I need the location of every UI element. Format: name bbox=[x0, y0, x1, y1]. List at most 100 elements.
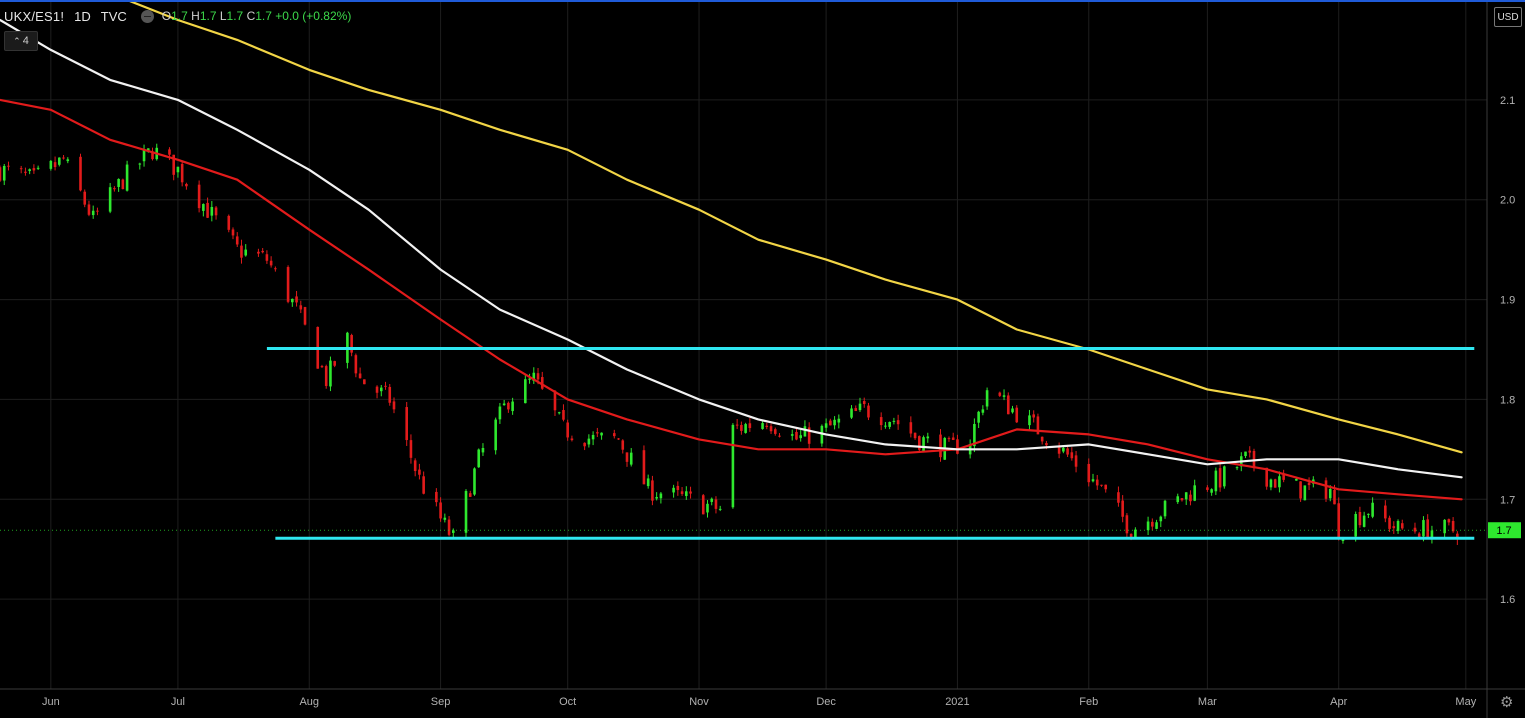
candle-up bbox=[528, 378, 531, 380]
candle-up bbox=[1371, 502, 1374, 517]
candle-down bbox=[862, 401, 866, 405]
candle-down bbox=[536, 373, 540, 380]
candle-up bbox=[685, 491, 688, 496]
candle-down bbox=[418, 469, 421, 475]
candle-down bbox=[206, 202, 209, 218]
candle-down bbox=[231, 229, 235, 236]
candle-down bbox=[269, 260, 273, 266]
candle-up bbox=[803, 426, 807, 437]
candle-up bbox=[2, 165, 6, 181]
candle-down bbox=[1066, 448, 1069, 455]
candle-down bbox=[867, 405, 870, 418]
candle-up bbox=[1396, 520, 1400, 531]
data-source: TVC bbox=[100, 8, 127, 24]
candle-up bbox=[291, 298, 294, 303]
interval[interactable]: 1D bbox=[74, 9, 91, 24]
candle-up bbox=[443, 517, 447, 520]
candle-down bbox=[422, 476, 425, 494]
candle-down bbox=[1006, 395, 1010, 415]
candle-up bbox=[1002, 395, 1006, 397]
candle-down bbox=[1057, 446, 1061, 454]
candle-down bbox=[714, 499, 718, 509]
candle-down bbox=[87, 204, 91, 215]
candle-down bbox=[562, 410, 565, 420]
candle-down bbox=[998, 392, 1002, 396]
candle-up bbox=[138, 163, 142, 165]
candle-up bbox=[706, 503, 709, 513]
candle-up bbox=[1184, 492, 1188, 500]
candle-up bbox=[1193, 485, 1196, 501]
candle-down bbox=[286, 267, 290, 302]
candle-down bbox=[197, 184, 201, 209]
candle-down bbox=[265, 254, 269, 261]
candle-down bbox=[413, 460, 417, 472]
gear-icon[interactable]: ⚙ bbox=[1500, 693, 1513, 711]
candle-down bbox=[740, 425, 743, 431]
candle-down bbox=[795, 431, 798, 440]
candle-up bbox=[659, 493, 663, 499]
candle-down bbox=[596, 432, 599, 434]
candle-up bbox=[49, 160, 53, 169]
candle-down bbox=[274, 268, 277, 270]
candle-down bbox=[1307, 482, 1311, 486]
candle-up bbox=[926, 436, 930, 439]
candle-up bbox=[837, 418, 841, 423]
time-tick-label: Dec bbox=[816, 696, 836, 708]
ohlc-values: O1.7 H1.7 L1.7 C1.7 +0.0 (+0.82%) bbox=[162, 9, 352, 23]
candle-down bbox=[435, 491, 438, 503]
candle-down bbox=[1125, 515, 1129, 534]
candle-down bbox=[447, 519, 451, 535]
candle-up bbox=[718, 508, 722, 510]
candle-up bbox=[587, 438, 591, 445]
candle-down bbox=[375, 386, 379, 393]
candle-down bbox=[113, 188, 116, 190]
symbol-header: UKX/ES1! 1D TVC O1.7 H1.7 L1.7 C1.7 +0.0… bbox=[4, 7, 351, 25]
candle-up bbox=[36, 167, 40, 169]
candle-down bbox=[363, 379, 366, 385]
open-value: 1.7 bbox=[171, 9, 188, 23]
time-tick-label: Jul bbox=[171, 696, 185, 708]
candle-down bbox=[570, 438, 574, 441]
candle-down bbox=[324, 366, 328, 386]
close-value: 1.7 bbox=[255, 9, 272, 23]
candle-up bbox=[646, 478, 650, 487]
candle-down bbox=[1180, 498, 1184, 501]
candle-up bbox=[28, 169, 31, 172]
candle-up bbox=[1062, 447, 1065, 452]
candle-up bbox=[1163, 500, 1167, 517]
candle-down bbox=[1087, 463, 1091, 483]
price-chart[interactable]: 1.6 1.7 1.8 1.9 2.0 2.1 Jun Jul Aug Sep Oct Nov Dec… bbox=[0, 0, 1525, 718]
candle-up bbox=[511, 401, 514, 412]
candle-up bbox=[1244, 451, 1247, 457]
candle-up bbox=[524, 379, 527, 404]
candle-up bbox=[1011, 408, 1014, 413]
candle-up bbox=[629, 452, 633, 465]
currency-button[interactable]: USD bbox=[1494, 7, 1522, 27]
candle-up bbox=[985, 390, 989, 407]
candle-up bbox=[744, 424, 747, 433]
candle-up bbox=[125, 164, 129, 191]
candle-up bbox=[58, 157, 61, 165]
candle-up bbox=[1354, 514, 1357, 537]
candle-up bbox=[176, 166, 180, 173]
candle-up bbox=[1214, 470, 1218, 492]
candle-down bbox=[947, 438, 951, 440]
candle-up bbox=[1367, 513, 1370, 515]
candle-down bbox=[829, 420, 832, 426]
candle-down bbox=[1358, 511, 1362, 526]
candle-up bbox=[502, 403, 506, 406]
symbol-name[interactable]: UKX/ES1! bbox=[4, 9, 64, 24]
candle-up bbox=[1210, 489, 1213, 493]
studies-toggle-button[interactable]: ⌃ 4 bbox=[4, 31, 38, 51]
candle-down bbox=[680, 491, 684, 494]
eye-icon[interactable] bbox=[140, 9, 154, 23]
candle-down bbox=[1100, 484, 1103, 486]
candle-down bbox=[320, 366, 324, 368]
candle-up bbox=[591, 434, 595, 440]
candle-up bbox=[799, 435, 802, 439]
candle-down bbox=[1388, 517, 1391, 529]
price-tick-label: 1.6 bbox=[1500, 594, 1515, 606]
candle-down bbox=[1074, 455, 1078, 467]
candle-down bbox=[354, 355, 358, 374]
candle-down bbox=[1045, 443, 1048, 446]
